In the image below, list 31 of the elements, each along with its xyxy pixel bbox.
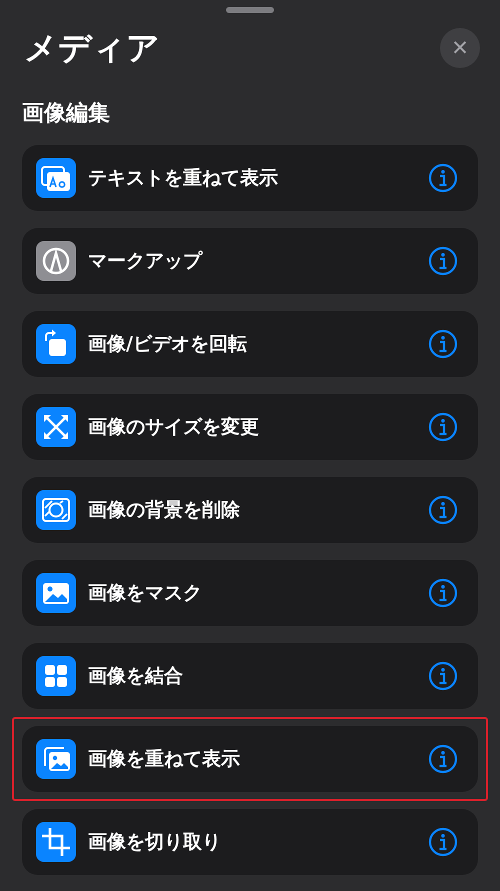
action-label: 画像を結合 xyxy=(88,664,184,689)
sheet-handle[interactable] xyxy=(226,7,274,13)
sheet-title: メディア xyxy=(24,27,160,69)
action-row[interactable]: 画像/ビデオを回転 xyxy=(22,311,478,377)
action-label: テキストを重ねて表示 xyxy=(88,166,279,191)
info-icon[interactable] xyxy=(428,329,458,359)
action-row[interactable]: マークアップ xyxy=(22,228,478,294)
action-label: 画像の背景を削除 xyxy=(88,498,241,523)
info-icon[interactable] xyxy=(428,578,458,608)
action-row[interactable]: 画像を結合 xyxy=(22,643,478,709)
info-icon[interactable] xyxy=(428,744,458,774)
info-icon[interactable] xyxy=(428,163,458,193)
action-row[interactable]: 画像を重ねて表示 xyxy=(22,726,478,792)
info-icon[interactable] xyxy=(428,661,458,691)
action-row[interactable]: 画像をマスク xyxy=(22,560,478,626)
action-row[interactable]: 画像のサイズを変更 xyxy=(22,394,478,460)
info-icon[interactable] xyxy=(428,827,458,857)
info-icon[interactable] xyxy=(428,495,458,525)
close-button[interactable]: ✕ xyxy=(440,28,480,68)
action-label: マークアップ xyxy=(88,249,204,274)
action-label: 画像をマスク xyxy=(88,581,203,606)
action-row[interactable]: 画像を切り取り xyxy=(22,809,478,875)
info-icon[interactable] xyxy=(428,412,458,442)
action-label: 画像/ビデオを回転 xyxy=(88,332,248,357)
action-row[interactable]: 画像の背景を削除 xyxy=(22,477,478,543)
action-row[interactable]: テキストを重ねて表示 xyxy=(22,145,478,211)
section-title: 画像編集 xyxy=(22,100,111,128)
action-label: 画像を切り取り xyxy=(88,830,222,855)
action-label: 画像を重ねて表示 xyxy=(88,747,241,772)
action-label: 画像のサイズを変更 xyxy=(88,415,260,440)
info-icon[interactable] xyxy=(428,246,458,276)
